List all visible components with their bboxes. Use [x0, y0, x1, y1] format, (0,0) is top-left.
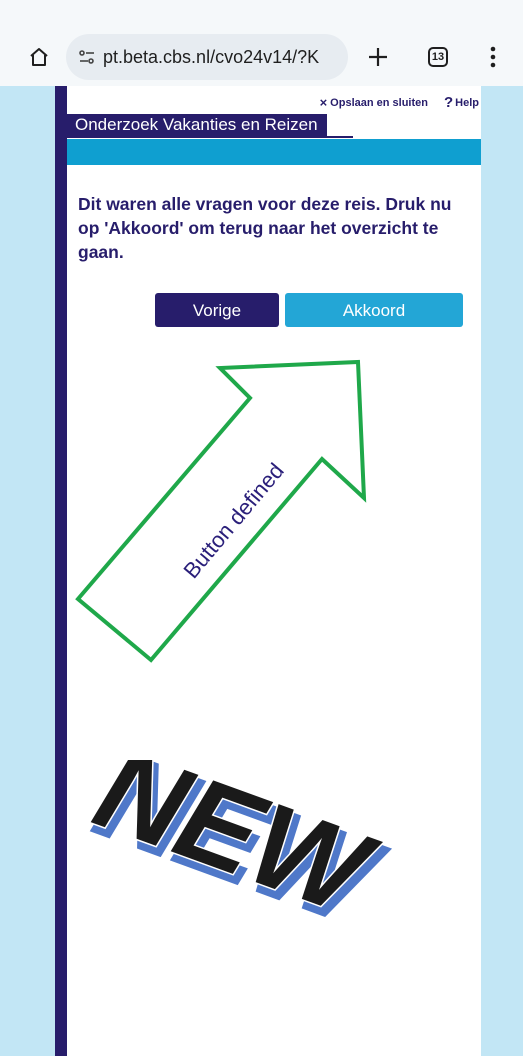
tab-switcher-button[interactable]: 13	[428, 47, 448, 67]
new-stamp: NEW NEW	[78, 760, 398, 954]
accept-button[interactable]: Akkoord	[285, 293, 463, 327]
new-tab-icon[interactable]	[365, 44, 391, 70]
help-icon[interactable]: ?	[444, 94, 453, 111]
previous-button[interactable]: Vorige	[155, 293, 279, 327]
top-links: × Opslaan en sluiten? Help	[320, 94, 479, 111]
close-icon[interactable]: ×	[320, 95, 328, 110]
svg-text:NEW: NEW	[80, 760, 392, 943]
header-band	[67, 139, 481, 165]
address-bar[interactable]: pt.beta.cbs.nl/cvo24v14/?K	[66, 34, 348, 80]
title-underline	[67, 136, 353, 138]
more-menu-icon[interactable]	[488, 44, 498, 70]
url-text: pt.beta.cbs.nl/cvo24v14/?K	[103, 47, 320, 67]
site-settings-icon[interactable]	[78, 48, 96, 66]
help-link[interactable]: Help	[455, 97, 479, 109]
survey-title: Onderzoek Vakanties en Reizen	[67, 114, 327, 136]
home-icon[interactable]	[28, 46, 50, 68]
browser-toolbar: pt.beta.cbs.nl/cvo24v14/?K 13	[0, 0, 523, 86]
completion-message: Dit waren alle vragen voor deze reis. Dr…	[78, 194, 452, 262]
save-close-link[interactable]: Opslaan en sluiten	[330, 97, 428, 109]
